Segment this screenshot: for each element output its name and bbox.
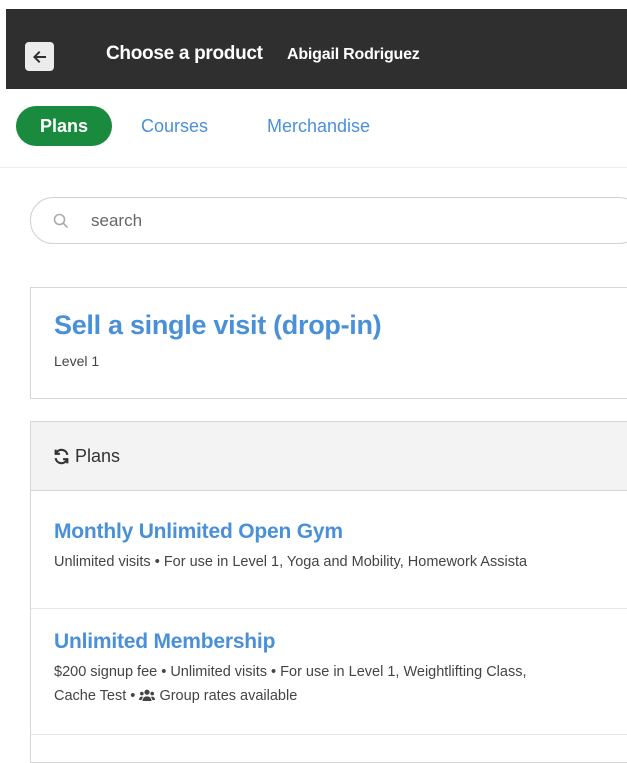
product-tabs: Plans Courses Merchandise — [0, 89, 627, 168]
dropin-card[interactable]: Sell a single visit (drop-in) Level 1 — [30, 287, 627, 399]
tab-courses[interactable]: Courses — [141, 106, 208, 146]
search-box — [30, 197, 627, 244]
page-title: Choose a product — [106, 43, 263, 64]
plan-description: $200 signup fee • Unlimited visits • For… — [54, 660, 627, 708]
plan-description: Unlimited visits • For use in Level 1, Y… — [54, 554, 528, 570]
plan-item[interactable]: Monthly Unlimited Open Gym Unlimited vis… — [31, 491, 627, 609]
group-rates-text: Group rates available — [159, 688, 298, 704]
plans-header: Plans — [31, 422, 627, 491]
plans-header-label: Plans — [75, 446, 121, 466]
plan-name[interactable]: Monthly Unlimited Open Gym — [54, 520, 343, 544]
plan-cache-text: Cache Test • — [54, 688, 140, 704]
refresh-icon — [54, 448, 69, 465]
back-button[interactable] — [25, 42, 54, 71]
plan-name[interactable]: Unlimited Membership — [54, 630, 275, 654]
plan-description-line2: Cache Test • Group rates available — [54, 684, 627, 708]
tab-merchandise[interactable]: Merchandise — [267, 106, 370, 146]
search-input[interactable] — [89, 207, 593, 235]
plan-description-line1: $200 signup fee • Unlimited visits • For… — [54, 664, 527, 680]
plans-section: Plans Monthly Unlimited Open Gym Unlimit… — [30, 421, 627, 763]
customer-name: Abigail Rodriguez — [287, 46, 420, 63]
users-icon — [139, 689, 156, 701]
dropin-subtitle: Level 1 — [54, 353, 100, 369]
tab-plans[interactable]: Plans — [16, 106, 113, 146]
arrow-left-icon — [32, 50, 46, 63]
plan-item[interactable]: Unlimited Membership $200 signup fee • U… — [31, 609, 627, 735]
top-bar: Choose a product Abigail Rodriguez — [6, 9, 627, 89]
dropin-title[interactable]: Sell a single visit (drop-in) — [54, 310, 382, 341]
search-icon — [53, 213, 69, 229]
